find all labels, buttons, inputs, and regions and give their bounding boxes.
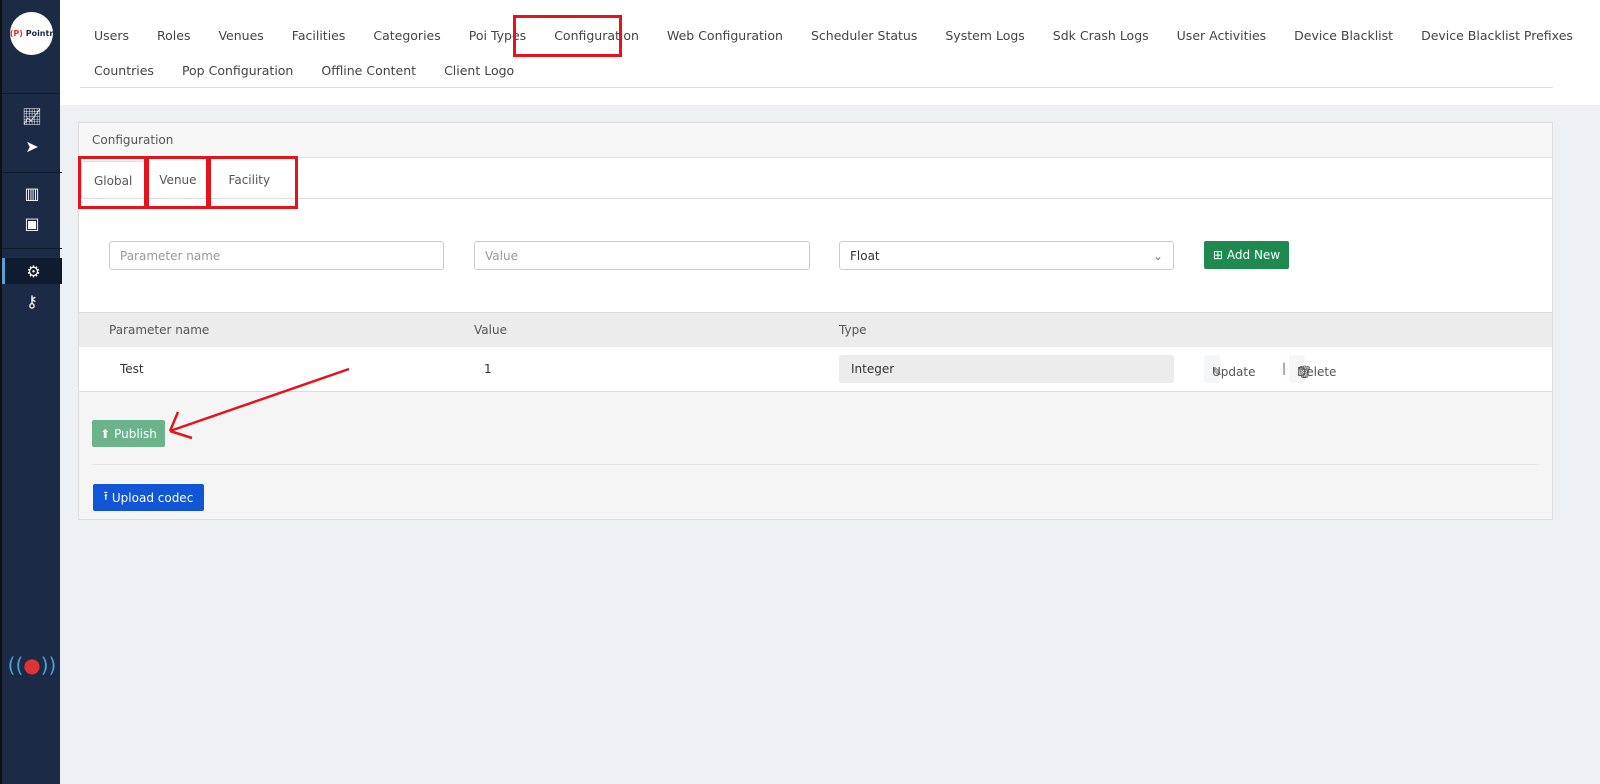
annotation-arrow xyxy=(168,367,350,440)
